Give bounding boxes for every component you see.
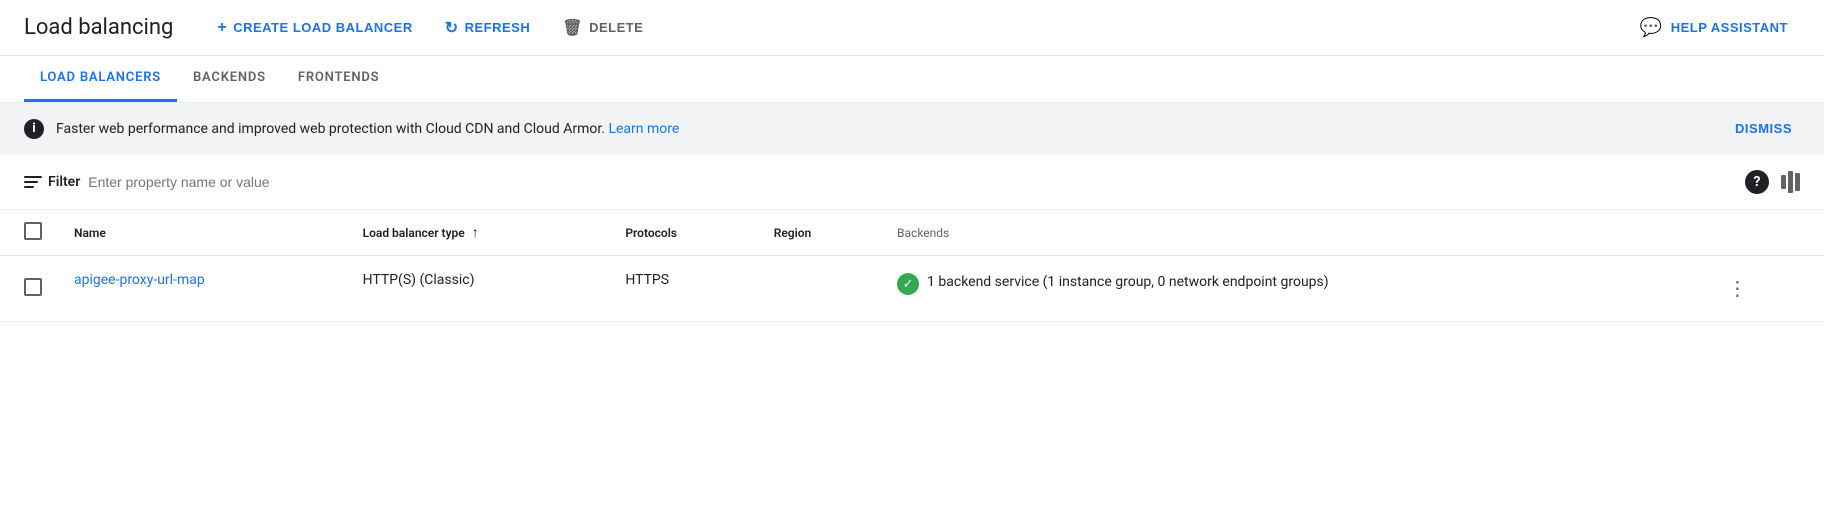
- backend-healthy-icon: ✓: [897, 273, 919, 295]
- col-header-checkbox: [0, 210, 58, 256]
- row-name-cell: apigee-proxy-url-map: [58, 256, 347, 322]
- filter-actions: ?: [1745, 170, 1800, 194]
- tab-load-balancers[interactable]: LOAD BALANCERS: [24, 56, 177, 102]
- column-display-toggle[interactable]: [1781, 171, 1800, 193]
- col-header-protocols: Protocols: [609, 210, 757, 256]
- page-title: Load balancing: [24, 15, 173, 40]
- row-more-button[interactable]: ⋮: [1719, 272, 1755, 305]
- backend-description: 1 backend service (1 instance group, 0 n…: [927, 272, 1329, 293]
- filter-icon: [24, 176, 42, 188]
- create-load-balancer-button[interactable]: + CREATE LOAD BALANCER: [205, 11, 424, 45]
- header-actions: + CREATE LOAD BALANCER ↻ REFRESH 🗑 DELET…: [205, 9, 1800, 46]
- filter-label-text: Filter: [48, 174, 80, 190]
- help-assistant-button[interactable]: 💬 HELP ASSISTANT: [1628, 9, 1800, 46]
- dismiss-button[interactable]: DISMISS: [1727, 117, 1800, 140]
- table-row: apigee-proxy-url-map HTTP(S) (Classic) H…: [0, 256, 1824, 322]
- load-balancer-name-link[interactable]: apigee-proxy-url-map: [74, 272, 205, 288]
- col-rect-3: [1795, 173, 1800, 191]
- info-icon: i: [24, 119, 44, 139]
- row-more-actions-cell: ⋮: [1703, 256, 1824, 322]
- row-backends-cell: ✓ 1 backend service (1 instance group, 0…: [881, 256, 1703, 322]
- row-protocols-cell: HTTPS: [609, 256, 757, 322]
- row-region-cell: [758, 256, 881, 322]
- col-rect-1: [1781, 175, 1786, 189]
- filter-line-3: [24, 186, 34, 188]
- help-assistant-icon: 💬: [1640, 17, 1663, 38]
- filter-label-area: Filter: [24, 174, 80, 190]
- col-header-type[interactable]: Load balancer type ↑: [347, 210, 610, 256]
- delete-button[interactable]: 🗑 DELETE: [550, 10, 655, 46]
- learn-more-link[interactable]: Learn more: [608, 121, 679, 137]
- row-checkbox[interactable]: [24, 278, 42, 296]
- col-rect-2: [1788, 171, 1793, 193]
- sort-arrow-icon: ↑: [472, 224, 479, 241]
- filter-help-icon[interactable]: ?: [1745, 170, 1769, 194]
- filter-line-1: [24, 176, 42, 178]
- backend-status-area: ✓ 1 backend service (1 instance group, 0…: [897, 272, 1687, 295]
- row-checkbox-cell: [0, 256, 58, 322]
- info-banner: i Faster web performance and improved we…: [0, 103, 1824, 154]
- col-header-backends: Backends: [881, 210, 1703, 256]
- page-header: Load balancing + CREATE LOAD BALANCER ↻ …: [0, 0, 1824, 56]
- row-type-cell: HTTP(S) (Classic): [347, 256, 610, 322]
- col-header-actions: [1703, 210, 1824, 256]
- tab-backends[interactable]: BACKENDS: [177, 56, 282, 102]
- filter-line-2: [24, 181, 38, 183]
- refresh-button[interactable]: ↻ REFRESH: [433, 10, 543, 46]
- table-header-row: Name Load balancer type ↑ Protocols Regi…: [0, 210, 1824, 256]
- banner-text: Faster web performance and improved web …: [56, 121, 1715, 137]
- col-header-region: Region: [758, 210, 881, 256]
- filter-input[interactable]: [88, 174, 1737, 190]
- col-header-name: Name: [58, 210, 347, 256]
- header-checkbox[interactable]: [24, 222, 42, 240]
- plus-icon: +: [217, 19, 227, 37]
- refresh-icon: ↻: [445, 18, 459, 38]
- load-balancers-table: Name Load balancer type ↑ Protocols Regi…: [0, 210, 1824, 322]
- filter-bar: Filter ?: [0, 154, 1824, 210]
- delete-icon: 🗑: [562, 18, 583, 38]
- tab-frontends[interactable]: FRONTENDS: [282, 56, 396, 102]
- tab-bar: LOAD BALANCERS BACKENDS FRONTENDS: [0, 56, 1824, 103]
